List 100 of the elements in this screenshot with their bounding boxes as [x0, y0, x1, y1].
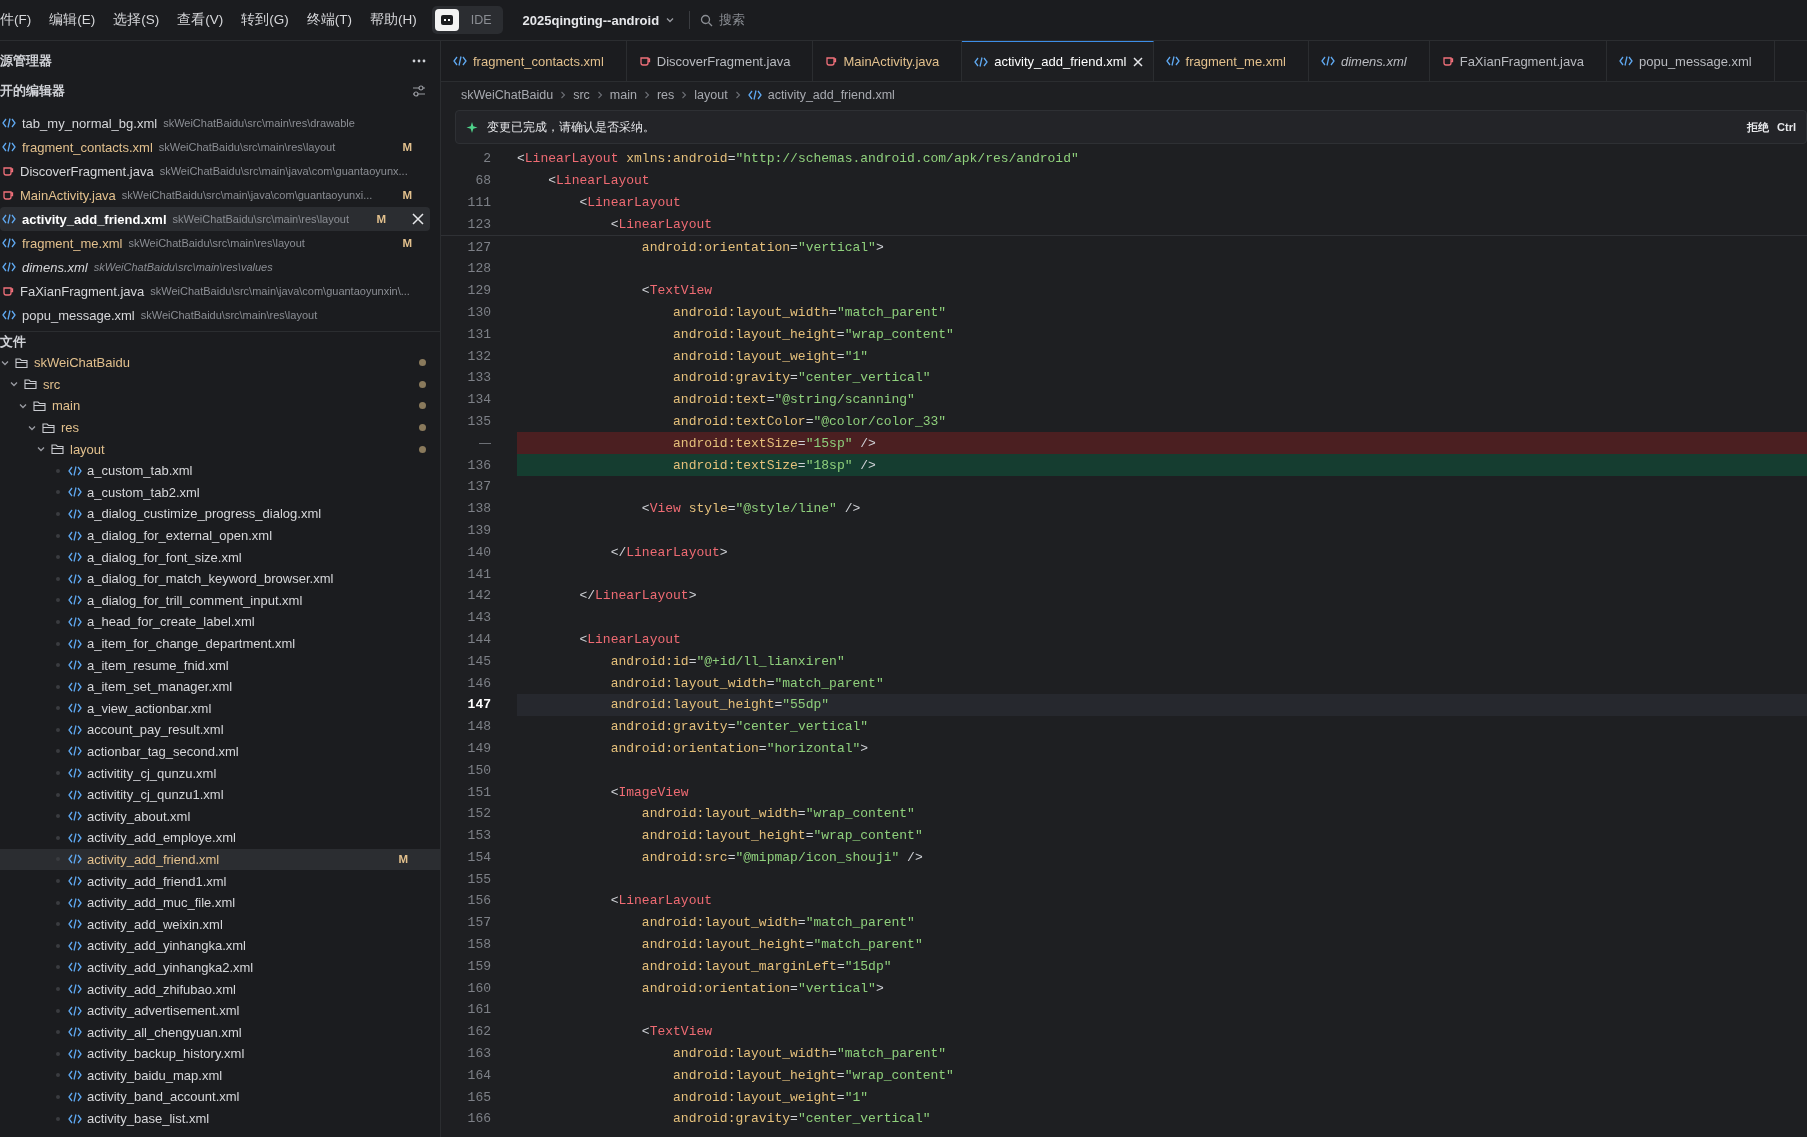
tree-item[interactable]: activity_backup_history.xml: [87, 1046, 426, 1062]
tree-item[interactable]: main: [52, 398, 414, 414]
tree-item[interactable]: a_custom_tab2.xml: [87, 484, 426, 500]
breadcrumb[interactable]: activity_add_friend.xml: [767, 88, 895, 102]
tree-item[interactable]: activity_add_muc_file.xml: [87, 895, 426, 911]
section-title[interactable]: 文件: [0, 333, 26, 351]
open-editor-item[interactable]: DiscoverFragment.java: [20, 163, 154, 179]
tree-item[interactable]: activity_add_yinhangka2.xml: [87, 959, 426, 975]
tree-item[interactable]: activity_add_employe.xml: [87, 830, 426, 846]
close-icon[interactable]: [410, 211, 426, 227]
tree-item[interactable]: a_dialog_for_external_open.xml: [87, 528, 426, 544]
project-name[interactable]: 2025qingting--android: [522, 12, 660, 28]
section-title[interactable]: 开的编辑器: [0, 82, 65, 100]
code-file-icon: [68, 983, 82, 995]
open-editor-item[interactable]: tab_my_normal_bg.xml: [22, 115, 158, 131]
tree-item[interactable]: res: [61, 420, 414, 436]
chevron-icon[interactable]: [665, 15, 676, 25]
breadcrumb[interactable]: src: [573, 88, 590, 102]
tree-item[interactable]: a_dialog_for_match_keyword_browser.xml: [87, 571, 426, 587]
tree-item[interactable]: activitity_cj_qunzu.xml: [87, 765, 426, 781]
more-icon[interactable]: [412, 59, 426, 63]
code-line: android:layout_weight="1": [672, 1088, 870, 1107]
tree-item[interactable]: activity_all_chengyuan.xml: [87, 1024, 426, 1040]
breadcrumb[interactable]: main: [609, 88, 637, 102]
open-editor-item[interactable]: fragment_me.xml: [22, 235, 123, 251]
editor-tab[interactable]: fragment_me.xml: [1153, 41, 1309, 81]
tree-item[interactable]: activity_add_zhifubao.xml: [87, 981, 426, 997]
search-icon[interactable]: [700, 13, 714, 27]
open-editor-item[interactable]: fragment_contacts.xml: [22, 139, 153, 155]
cup-icon: [1441, 55, 1454, 67]
breadcrumb[interactable]: res: [656, 88, 675, 102]
tree-item[interactable]: a_view_actionbar.xml: [87, 700, 426, 716]
file-path: skWeiChatBaidu\src\main\res\layout: [158, 141, 337, 153]
line-number: 111: [466, 195, 492, 210]
code-line: android:layout_width="wrap_content": [640, 805, 916, 824]
code-line: android:layout_width="match_parent": [672, 1045, 948, 1064]
open-editor-item[interactable]: activity_add_friend.xml: [22, 211, 167, 227]
breadcrumb[interactable]: layout: [694, 88, 728, 102]
tree-item[interactable]: a_item_resume_fnid.xml: [87, 657, 426, 673]
open-editor-item[interactable]: MainActivity.java: [20, 187, 116, 203]
tree-item[interactable]: skWeiChatBaidu: [34, 355, 414, 371]
line-number: 151: [466, 784, 492, 800]
code-line: <ImageView: [609, 783, 690, 802]
editor-tab[interactable]: activity_add_friend.xml: [962, 41, 1154, 81]
line-number: 163: [466, 1046, 492, 1062]
tree-item[interactable]: a_item_set_manager.xml: [87, 679, 426, 695]
editor-tab[interactable]: popu_message.xml: [1606, 41, 1775, 81]
editor-tab[interactable]: dimens.xml: [1308, 41, 1430, 81]
line-number: 132: [466, 348, 492, 364]
tree-item[interactable]: activity_add_friend.xml: [87, 851, 394, 867]
tree-item[interactable]: a_head_for_create_label.xml: [87, 614, 426, 630]
tree-item[interactable]: layout: [70, 441, 414, 457]
code-file-icon: [68, 745, 82, 758]
editor-tab[interactable]: FaXianFragment.java: [1429, 41, 1607, 81]
chevron-icon[interactable]: [18, 401, 28, 411]
menu-item[interactable]: 帮助(H): [361, 11, 426, 29]
tree-item[interactable]: activitity_cj_qunzu1.xml: [87, 787, 426, 803]
code-line: android:gravity="center_vertical": [672, 1110, 932, 1129]
menu-item[interactable]: 转到(G): [232, 11, 298, 29]
editor-tab[interactable]: fragment_contacts.xml: [441, 41, 627, 81]
tree-item[interactable]: account_pay_result.xml: [87, 722, 426, 738]
code-file-icon: [68, 810, 82, 823]
tree-item[interactable]: activity_add_weixin.xml: [87, 916, 426, 932]
breadcrumb[interactable]: skWeiChatBaidu: [461, 88, 554, 102]
tree-item[interactable]: activity_about.xml: [87, 808, 426, 824]
search-field[interactable]: 搜索: [719, 11, 746, 29]
tree-item[interactable]: activity_add_friend1.xml: [87, 873, 426, 889]
tree-item[interactable]: a_dialog_for_font_size.xml: [87, 549, 426, 565]
open-editor-item[interactable]: FaXianFragment.java: [20, 283, 145, 299]
menu-item[interactable]: 选择(S): [104, 11, 169, 29]
tree-item[interactable]: a_item_for_change_department.xml: [87, 636, 426, 651]
code-line: <TextView: [640, 282, 714, 301]
tree-item[interactable]: a_custom_tab.xml: [87, 463, 426, 479]
tree-item[interactable]: src: [43, 376, 414, 392]
tree-item[interactable]: activity_add_yinhangka.xml: [87, 938, 426, 954]
tree-item[interactable]: activity_band_account.xml: [87, 1089, 426, 1105]
tree-item[interactable]: actionbar_tag_second.xml: [87, 744, 426, 759]
tree-item[interactable]: activity_base_list.xml: [87, 1111, 426, 1127]
line-number: 147: [466, 697, 492, 713]
menu-item[interactable]: 编辑(E): [40, 11, 105, 29]
code-file-icon: [68, 1047, 82, 1060]
editor-tab[interactable]: DiscoverFragment.java: [626, 41, 814, 81]
code-line: <LinearLayout: [609, 892, 714, 911]
code-file-icon: [68, 1069, 82, 1082]
open-editor-item[interactable]: popu_message.xml: [22, 307, 135, 323]
mode-toggle[interactable]: IDE: [431, 6, 503, 34]
menu-item[interactable]: 查看(V): [168, 11, 233, 29]
sliders-icon[interactable]: [412, 85, 426, 97]
tree-item[interactable]: activity_advertisement.xml: [87, 1003, 426, 1019]
reject-button[interactable]: 拒绝: [1747, 119, 1770, 135]
close-icon[interactable]: [1132, 56, 1143, 67]
tree-item[interactable]: activity_baidu_map.xml: [87, 1067, 426, 1083]
menu-item[interactable]: 终端(T): [297, 11, 361, 29]
line-number: 145: [466, 653, 492, 669]
code-line: android:layout_height="wrap_content": [672, 1066, 955, 1085]
tree-item[interactable]: a_dialog_for_trill_comment_input.xml: [87, 592, 426, 608]
menu-item[interactable]: 件(F): [0, 11, 41, 29]
tree-item[interactable]: a_dialog_custimize_progress_dialog.xml: [87, 506, 426, 522]
line-number: 159: [466, 958, 492, 974]
open-editor-item[interactable]: dimens.xml: [22, 259, 88, 275]
